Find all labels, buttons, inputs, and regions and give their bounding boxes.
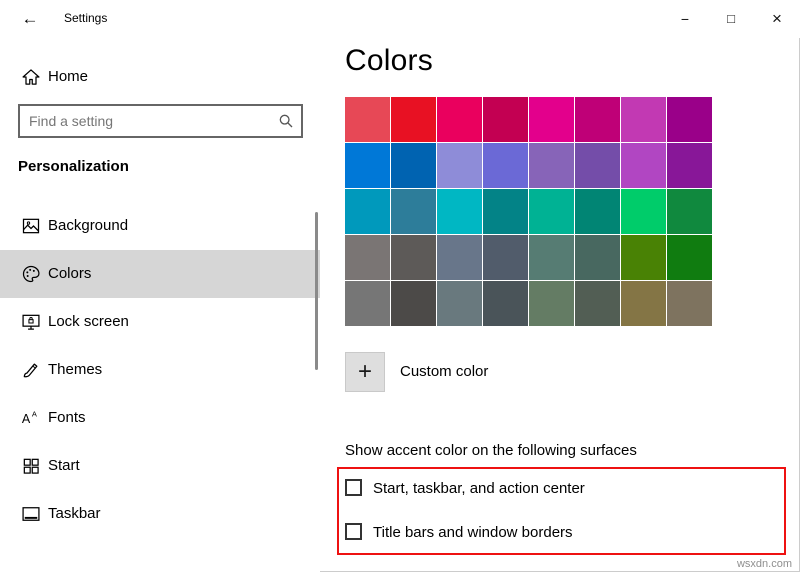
color-swatch[interactable] — [437, 97, 482, 142]
sidebar-item-label: Fonts — [48, 409, 86, 426]
color-swatch[interactable] — [621, 235, 666, 280]
color-swatch[interactable] — [529, 281, 574, 326]
sidebar-item-label: Lock screen — [48, 313, 129, 330]
search-icon[interactable] — [278, 113, 294, 129]
fonts-icon: AA — [21, 408, 41, 428]
checkbox-title-bars[interactable] — [345, 523, 362, 540]
titlebar: ← Settings − □ × — [0, 0, 800, 38]
color-swatch[interactable] — [483, 97, 528, 142]
themes-icon — [21, 360, 41, 380]
color-swatch[interactable] — [345, 143, 390, 188]
home-icon — [21, 67, 41, 87]
color-swatch[interactable] — [391, 235, 436, 280]
page-title: Colors — [345, 44, 433, 77]
sidebar: Home Personalization Background Colors L… — [0, 38, 320, 572]
checkbox-start-taskbar[interactable] — [345, 479, 362, 496]
search-input[interactable] — [20, 106, 301, 136]
sidebar-item-label: Themes — [48, 361, 103, 378]
color-swatch[interactable] — [621, 281, 666, 326]
maximize-button[interactable]: □ — [714, 6, 748, 32]
sidebar-item-label: Taskbar — [48, 505, 101, 522]
color-grid — [345, 97, 712, 326]
color-swatch[interactable] — [667, 189, 712, 234]
minimize-button[interactable]: − — [668, 6, 702, 32]
color-swatch[interactable] — [437, 281, 482, 326]
back-button[interactable]: ← — [16, 7, 44, 31]
color-swatch[interactable] — [483, 281, 528, 326]
search-box — [18, 104, 303, 138]
color-swatch[interactable] — [437, 143, 482, 188]
sidebar-item-start[interactable]: Start — [0, 442, 320, 490]
color-swatch[interactable] — [575, 189, 620, 234]
sidebar-item-fonts[interactable]: AA Fonts — [0, 394, 320, 442]
sidebar-item-label: Background — [48, 217, 129, 234]
color-swatch[interactable] — [391, 143, 436, 188]
color-swatch[interactable] — [391, 281, 436, 326]
color-swatch[interactable] — [621, 143, 666, 188]
start-icon — [21, 456, 41, 476]
sidebar-nav-list: Background Colors Lock screen Themes AA … — [0, 202, 320, 538]
color-swatch[interactable] — [667, 235, 712, 280]
sidebar-item-taskbar[interactable]: Taskbar — [0, 490, 320, 538]
color-swatch[interactable] — [529, 97, 574, 142]
color-swatch[interactable] — [621, 97, 666, 142]
checkbox-label: Title bars and window borders — [373, 524, 573, 541]
watermark: wsxdn.com — [736, 558, 792, 570]
sidebar-item-home[interactable]: Home — [0, 60, 320, 96]
back-arrow-icon: ← — [21, 9, 39, 28]
svg-text:A: A — [32, 409, 37, 418]
custom-color-button[interactable]: + — [345, 352, 385, 392]
color-swatch[interactable] — [667, 97, 712, 142]
sidebar-item-background[interactable]: Background — [0, 202, 320, 250]
app-title: Settings — [64, 11, 108, 25]
color-swatch[interactable] — [529, 143, 574, 188]
sidebar-item-lock-screen[interactable]: Lock screen — [0, 298, 320, 346]
plus-icon: + — [357, 358, 372, 385]
color-swatch[interactable] — [483, 189, 528, 234]
sidebar-item-colors[interactable]: Colors — [0, 250, 320, 298]
checkbox-label: Start, taskbar, and action center — [373, 480, 585, 497]
color-swatch[interactable] — [391, 189, 436, 234]
custom-color-label: Custom color — [400, 363, 489, 380]
sidebar-item-label: Home — [48, 68, 89, 85]
color-swatch[interactable] — [345, 235, 390, 280]
close-button[interactable]: × — [760, 6, 794, 32]
sidebar-item-themes[interactable]: Themes — [0, 346, 320, 394]
background-icon — [21, 216, 41, 236]
color-swatch[interactable] — [437, 189, 482, 234]
sidebar-scrollbar[interactable] — [315, 212, 318, 370]
color-swatch[interactable] — [667, 143, 712, 188]
color-swatch[interactable] — [437, 235, 482, 280]
color-swatch[interactable] — [575, 281, 620, 326]
color-swatch[interactable] — [345, 281, 390, 326]
color-swatch[interactable] — [529, 235, 574, 280]
accent-surfaces-heading: Show accent color on the following surfa… — [345, 442, 637, 459]
color-swatch[interactable] — [483, 235, 528, 280]
color-swatch[interactable] — [621, 189, 666, 234]
svg-text:A: A — [22, 412, 31, 426]
color-swatch[interactable] — [575, 143, 620, 188]
sidebar-item-label: Start — [48, 457, 80, 474]
colors-palette-icon — [21, 264, 41, 284]
color-swatch[interactable] — [483, 143, 528, 188]
color-swatch[interactable] — [667, 281, 712, 326]
color-swatch[interactable] — [391, 97, 436, 142]
color-swatch[interactable] — [345, 189, 390, 234]
color-swatch[interactable] — [345, 97, 390, 142]
color-swatch[interactable] — [575, 97, 620, 142]
color-swatch[interactable] — [575, 235, 620, 280]
section-heading-personalization: Personalization — [18, 158, 129, 175]
color-swatch[interactable] — [529, 189, 574, 234]
lock-screen-icon — [21, 312, 41, 332]
taskbar-icon — [21, 504, 41, 524]
main-content: Colors + Custom color Show accent color … — [337, 38, 800, 572]
sidebar-item-label: Colors — [48, 265, 92, 282]
